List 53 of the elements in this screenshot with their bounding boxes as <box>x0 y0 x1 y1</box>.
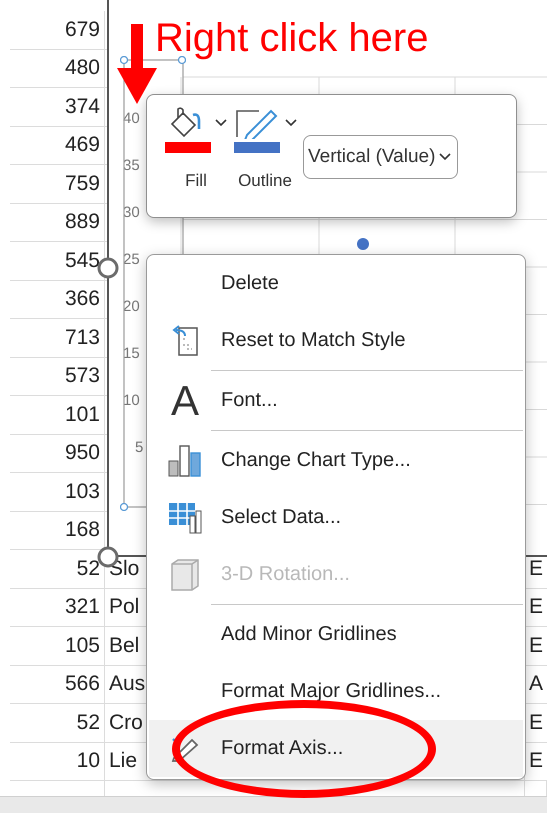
table-cell: 759 <box>64 172 100 196</box>
menu-item[interactable]: Format Axis... <box>149 720 523 777</box>
table-cell: 168 <box>64 518 100 542</box>
table-cell: 679 <box>64 18 100 42</box>
table-cell: 566 <box>64 672 100 696</box>
table-cell: Bel <box>109 634 140 658</box>
element-dropdown[interactable]: Vertical (Value) <box>303 135 458 179</box>
table-cell: 469 <box>64 133 100 158</box>
table-cell: 101 <box>64 402 100 427</box>
table-cell: 52 <box>76 556 100 581</box>
font-icon: A <box>170 378 199 422</box>
table-cell: E <box>529 556 544 581</box>
horizontal-scrollbar[interactable] <box>0 796 547 813</box>
table-cell: Pol <box>109 595 140 620</box>
pencil-icon <box>170 736 200 762</box>
table-cell: 105 <box>64 634 100 658</box>
menu-item[interactable]: Reset to Match Style <box>149 312 523 372</box>
table-cell: Cro <box>109 710 143 735</box>
table-cell: 950 <box>64 441 100 466</box>
table-cell: 573 <box>64 364 100 388</box>
table-cell: 366 <box>64 287 100 312</box>
table-cell: 52 <box>76 710 100 735</box>
table-cell: E <box>529 749 544 774</box>
table-cell: Aus <box>109 672 146 696</box>
table-cell: E <box>529 710 544 735</box>
table-cell: 480 <box>64 56 100 80</box>
table-cell: A <box>529 672 544 696</box>
table-cell: 713 <box>64 326 100 350</box>
menu-item[interactable]: Select Data... <box>149 489 523 546</box>
table-cell: 321 <box>64 595 100 620</box>
reset-style-icon <box>170 324 200 356</box>
chevron-down-icon <box>285 119 297 127</box>
table-cell: 10 <box>76 749 100 774</box>
annotation-text: Right click here <box>155 15 428 62</box>
menu-item[interactable]: Change Chart Type... <box>149 432 523 489</box>
table-cell: E <box>529 634 544 658</box>
table-cell: 103 <box>64 480 100 504</box>
menu-item[interactable]: A Font... <box>149 372 523 432</box>
outline-button[interactable]: Outline <box>233 107 297 191</box>
table-cell: 545 <box>64 248 100 273</box>
menu-item[interactable]: Delete <box>149 255 523 312</box>
data-point <box>356 237 370 251</box>
fill-button[interactable]: Fill <box>165 107 227 191</box>
table-cell: Lie <box>109 749 138 774</box>
bar-chart-icon <box>168 444 202 476</box>
table-cell: 374 <box>64 94 100 119</box>
chevron-down-icon <box>215 119 227 127</box>
table-cell: 889 <box>64 210 100 234</box>
menu-item[interactable]: Add Minor Gridlines <box>149 606 523 663</box>
data-table-icon <box>168 502 202 534</box>
table-cell: E <box>529 595 544 620</box>
menu-item[interactable]: Format Major Gridlines... <box>149 663 523 720</box>
chevron-down-icon <box>439 153 452 161</box>
